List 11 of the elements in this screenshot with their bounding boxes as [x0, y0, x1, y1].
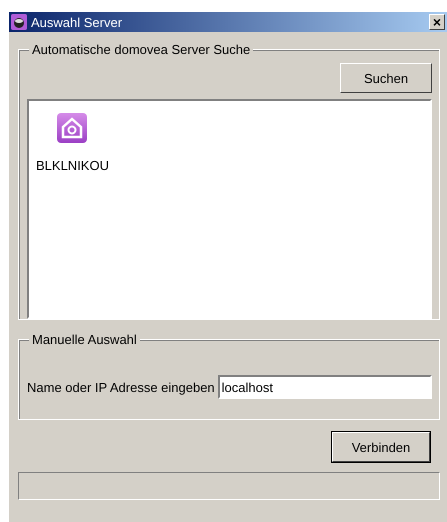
search-button[interactable]: Suchen	[340, 63, 432, 93]
group-title: Automatische domovea Server Suche	[29, 42, 254, 57]
group-title: Manuelle Auswahl	[29, 332, 140, 347]
close-button[interactable]: ×	[429, 14, 445, 30]
field-label: Name oder IP Adresse eingeben	[27, 380, 215, 394]
connect-button[interactable]: Verbinden	[332, 432, 430, 462]
app-icon	[11, 14, 27, 30]
address-field[interactable]: localhost	[218, 375, 432, 399]
house-icon[interactable]	[57, 113, 88, 143]
window-title: Auswahl Server	[31, 14, 124, 30]
server-name[interactable]: BLKLNIKOU	[35, 158, 110, 173]
